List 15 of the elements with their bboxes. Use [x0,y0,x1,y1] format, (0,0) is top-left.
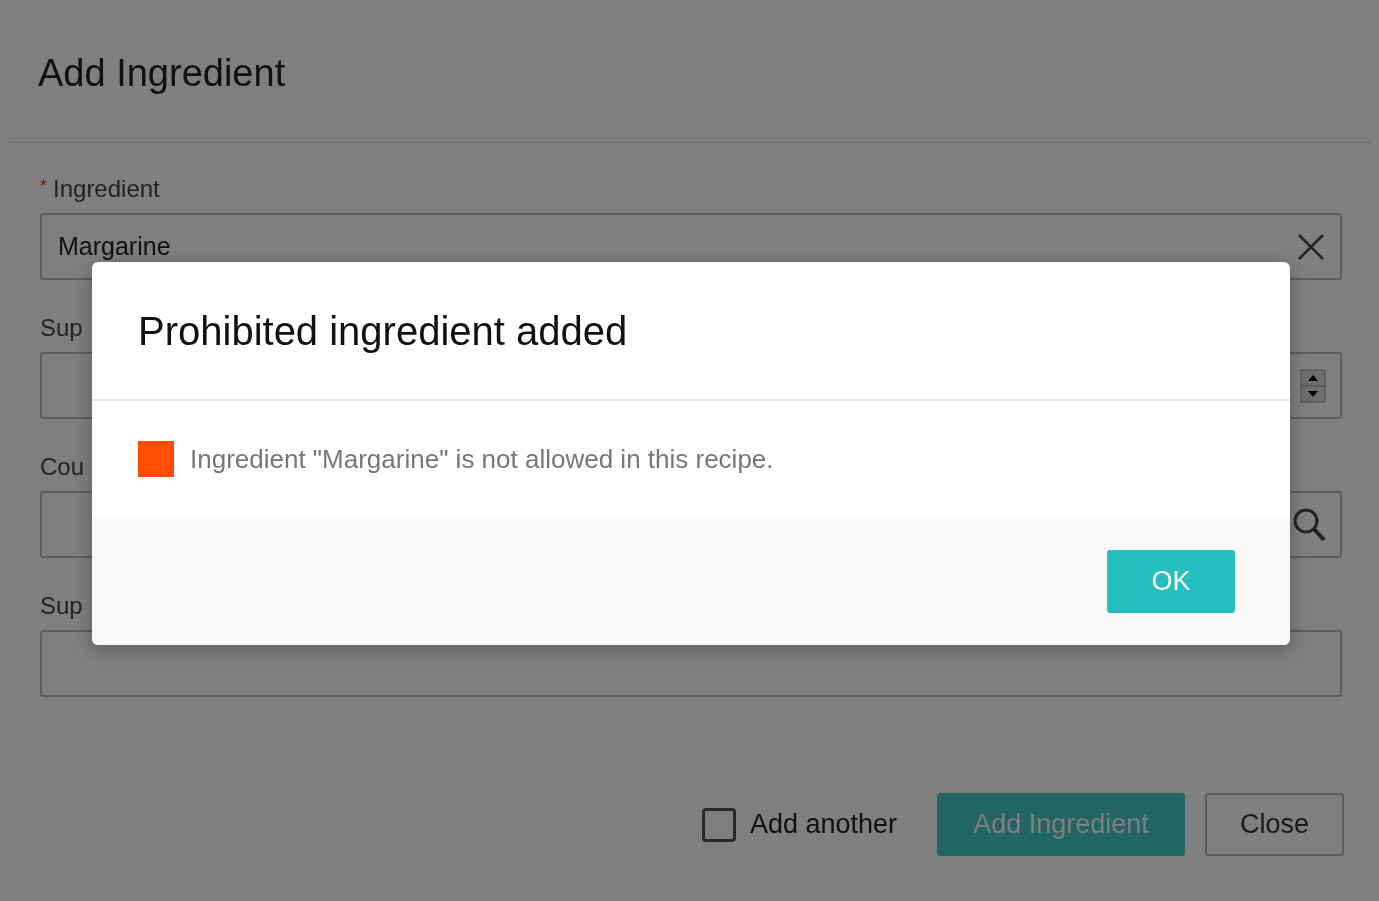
alert-title: Prohibited ingredient added [138,307,628,355]
spinner-icon[interactable] [1300,368,1326,403]
checkbox[interactable] [701,807,736,842]
close-button[interactable]: Close [1205,793,1344,856]
field-label: * Ingredient [40,177,160,201]
dialog-title: Add Ingredient [38,51,286,97]
clear-icon[interactable] [1296,231,1326,262]
alert-message: Ingredient "Margarine" is not allowed in this recipe. [190,442,774,476]
ok-button[interactable]: OK [1107,549,1235,613]
field-label: Sup [40,594,83,618]
checkbox-label: Add another [749,808,897,842]
field-label: Cou [40,455,85,479]
warning-square-icon [138,441,174,477]
field-label: Sup [40,316,83,340]
search-icon[interactable] [1292,506,1326,543]
